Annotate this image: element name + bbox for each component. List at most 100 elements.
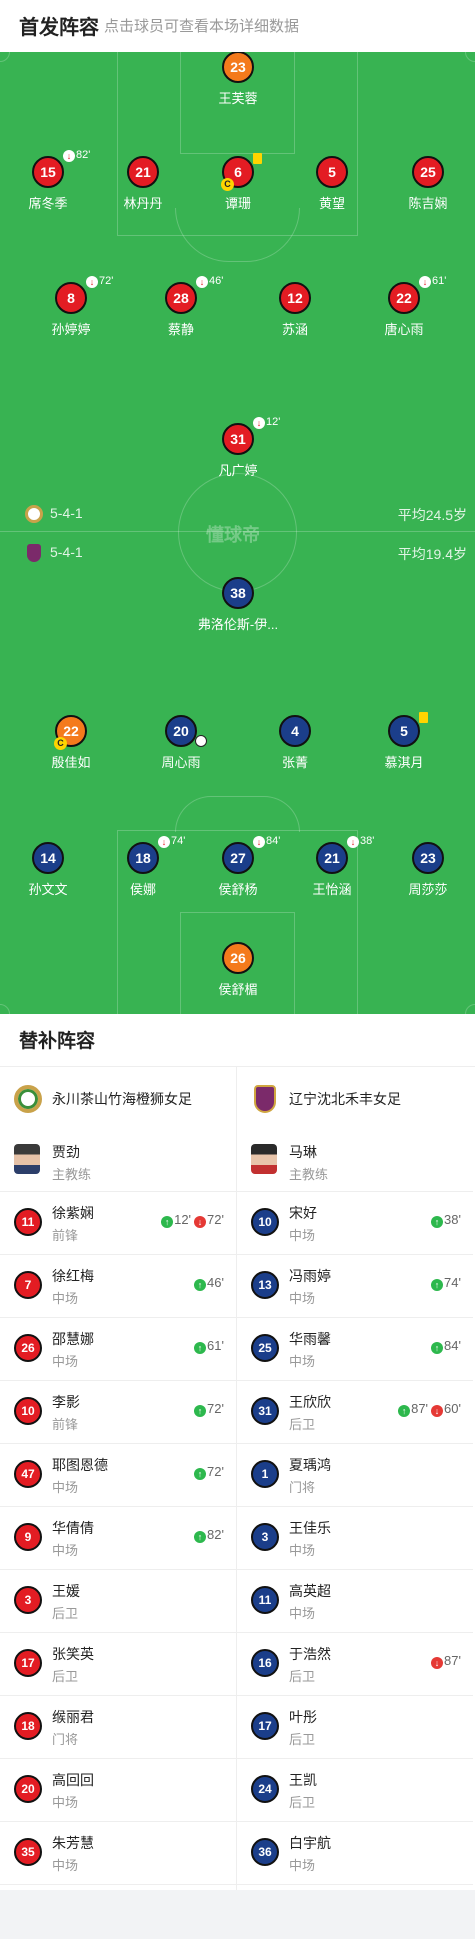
player-name: 白宇航 [289, 1835, 331, 1851]
bench-player-row[interactable]: 9 华倩倩 中场 ↑ 82' [0, 1507, 236, 1570]
arrow-up-icon: ↑ [398, 1405, 411, 1417]
sub-out-marker: ↓ 38' [347, 835, 374, 848]
bench-player-row[interactable]: 24 王凯 后卫 [237, 1759, 473, 1822]
away-team-header[interactable]: 辽宁沈北禾丰女足 [237, 1067, 473, 1130]
arrow-up-icon: ↑ [194, 1279, 207, 1291]
player-name: 王凯 [289, 1772, 317, 1788]
player-position: 中场 [289, 1354, 316, 1369]
player-a4[interactable]: 4 张菁 [240, 715, 350, 771]
player-name: 唐心雨 [384, 322, 424, 337]
substitution-info: ↑ 61' [191, 1338, 224, 1354]
player-a23[interactable]: 23 周莎莎 [373, 842, 475, 898]
away-coach[interactable]: 马琳 主教练 [237, 1130, 473, 1192]
player-number: 14 [32, 842, 64, 874]
bench-player-row[interactable]: 3 王佳乐 中场 [237, 1507, 473, 1570]
bench-player-row[interactable]: 17 叶彤 后卫 [237, 1696, 473, 1759]
bench-player-row[interactable]: 47 耶图恩德 中场 ↑ 72' [0, 1444, 236, 1507]
bench-player-row[interactable]: 11 徐紫娴 前锋 ↑ 12' ↓ 72' [0, 1192, 236, 1255]
player-p21[interactable]: 21 林丹丹 [88, 156, 198, 212]
player-position: 中场 [52, 1354, 79, 1369]
bench-player-row[interactable]: 1 夏瑀鸿 门将 [237, 1444, 473, 1507]
player-name: 冯雨婷 [289, 1268, 331, 1284]
bench-player-row[interactable]: 18 缑丽君 门将 [0, 1696, 236, 1759]
substitution-info: ↓ 87' [428, 1653, 461, 1669]
substitution-info: ↑ 12' ↓ 72' [158, 1212, 224, 1228]
player-a20[interactable]: 20 周心雨 [126, 715, 236, 771]
player-name: 邵慧娜 [52, 1331, 94, 1347]
soccer-ball-icon [195, 735, 207, 747]
player-number-badge: 25 [251, 1334, 279, 1362]
player-position: 中场 [289, 1543, 316, 1558]
bench-player-row[interactable]: 11 高英超 中场 [237, 1570, 473, 1633]
bench-player-row[interactable]: 17 张笑英 后卫 [0, 1633, 236, 1696]
player-position: 前锋 [52, 1417, 79, 1432]
player-a5[interactable]: 5 慕淇月 [349, 712, 459, 771]
player-a18[interactable]: 18 ↓ 74' 侯娜 [88, 835, 198, 898]
sub-out-time: 61' [432, 275, 447, 287]
bench-player-row[interactable]: 10 宋好 中场 ↑ 38' [237, 1192, 473, 1255]
substitution-info: ↑ 38' [428, 1212, 461, 1228]
player-name: 高回回 [52, 1772, 94, 1788]
pitch: 懂球帝 5-4-1 平均24.5岁 5-4-1 平均19.4岁 23 王芙蓉 1… [0, 52, 475, 1014]
player-a26[interactable]: 26 侯舒楣 [183, 942, 293, 998]
player-name: 周莎莎 [408, 882, 448, 897]
player-name: 林丹丹 [123, 196, 163, 211]
player-number: 21 [127, 156, 159, 188]
player-p5[interactable]: 5 黄望 [277, 156, 387, 212]
player-position: 前锋 [52, 1228, 79, 1243]
player-number: 4 [279, 715, 311, 747]
player-name: 张菁 [281, 755, 308, 770]
player-p25[interactable]: 25 陈吉娴 [373, 156, 475, 212]
player-p31[interactable]: 31 ↓ 12' 凡广婷 [183, 416, 293, 479]
yellow-card-icon [253, 153, 262, 164]
player-p23[interactable]: 23 王芙蓉 [183, 52, 293, 107]
sub-in-time: 72' [207, 1401, 224, 1416]
player-p22[interactable]: 22 ↓ 61' 唐心雨 [349, 275, 459, 338]
bench-player-row[interactable]: 16 于浩然 后卫 ↓ 87' [237, 1633, 473, 1696]
player-name: 华倩倩 [52, 1520, 94, 1536]
bench-player-row[interactable]: 36 白宇航 中场 [237, 1822, 473, 1885]
home-team-name: 永川茶山竹海橙狮女足 [52, 1091, 192, 1107]
away-avg-age: 平均19.4岁 [397, 546, 467, 562]
player-number-badge: 16 [251, 1649, 279, 1677]
player-number: 15 [32, 156, 64, 188]
away-team-name: 辽宁沈北禾丰女足 [289, 1091, 401, 1107]
home-team-header[interactable]: 永川茶山竹海橙狮女足 [0, 1067, 236, 1130]
player-number-badge: 17 [251, 1712, 279, 1740]
substitution-info: ↑ 74' [428, 1275, 461, 1291]
player-number-badge: 31 [251, 1397, 279, 1425]
player-a22[interactable]: 22 C 殷佳如 [16, 715, 126, 771]
player-number: 21 [316, 842, 348, 874]
arrow-up-icon: ↑ [194, 1531, 207, 1543]
player-name: 蔡静 [167, 322, 194, 337]
sub-in-time: 84' [444, 1338, 461, 1353]
player-name: 徐红梅 [52, 1268, 94, 1284]
player-p12[interactable]: 12 苏涵 [240, 282, 350, 338]
sub-out-marker: ↓ 61' [419, 275, 446, 288]
bench-player-row[interactable]: 13 冯雨婷 中场 ↑ 74' [237, 1255, 473, 1318]
bench-player-row[interactable]: 31 王欣欣 后卫 ↑ 87' ↓ 60' [237, 1381, 473, 1444]
bench-title: 替补阵容 [19, 1031, 96, 1052]
bench-player-row[interactable]: 7 徐红梅 中场 ↑ 46' [0, 1255, 236, 1318]
home-team-logo-icon [25, 505, 43, 523]
player-name: 李影 [52, 1394, 80, 1410]
player-p8[interactable]: 8 ↓ 72' 孙婷婷 [16, 275, 126, 338]
sub-out-marker: ↓ 82' [63, 149, 90, 162]
sub-out-time: 87' [444, 1653, 461, 1668]
arrow-down-icon: ↓ [253, 417, 265, 429]
yellow-card-icon [419, 712, 428, 723]
bench-player-row[interactable]: 3 王媛 后卫 [0, 1570, 236, 1633]
player-a38[interactable]: 38 弗洛伦斯-伊... [183, 577, 293, 633]
bench-player-row[interactable]: 35 朱芳慧 中场 [0, 1822, 236, 1885]
arrow-up-icon: ↑ [194, 1468, 207, 1480]
bench-player-row[interactable]: 25 华雨馨 中场 ↑ 84' [237, 1318, 473, 1381]
arrow-down-icon: ↓ [419, 276, 431, 288]
player-name: 周心雨 [161, 755, 201, 770]
player-name: 殷佳如 [51, 755, 91, 770]
player-a21[interactable]: 21 ↓ 38' 王怡涵 [277, 835, 387, 898]
player-p28[interactable]: 28 ↓ 46' 蔡静 [126, 275, 236, 338]
bench-player-row[interactable]: 20 高回回 中场 [0, 1759, 236, 1822]
bench-player-row[interactable]: 10 李影 前锋 ↑ 72' [0, 1381, 236, 1444]
home-coach[interactable]: 贾劲 主教练 [0, 1130, 236, 1192]
bench-player-row[interactable]: 26 邵慧娜 中场 ↑ 61' [0, 1318, 236, 1381]
